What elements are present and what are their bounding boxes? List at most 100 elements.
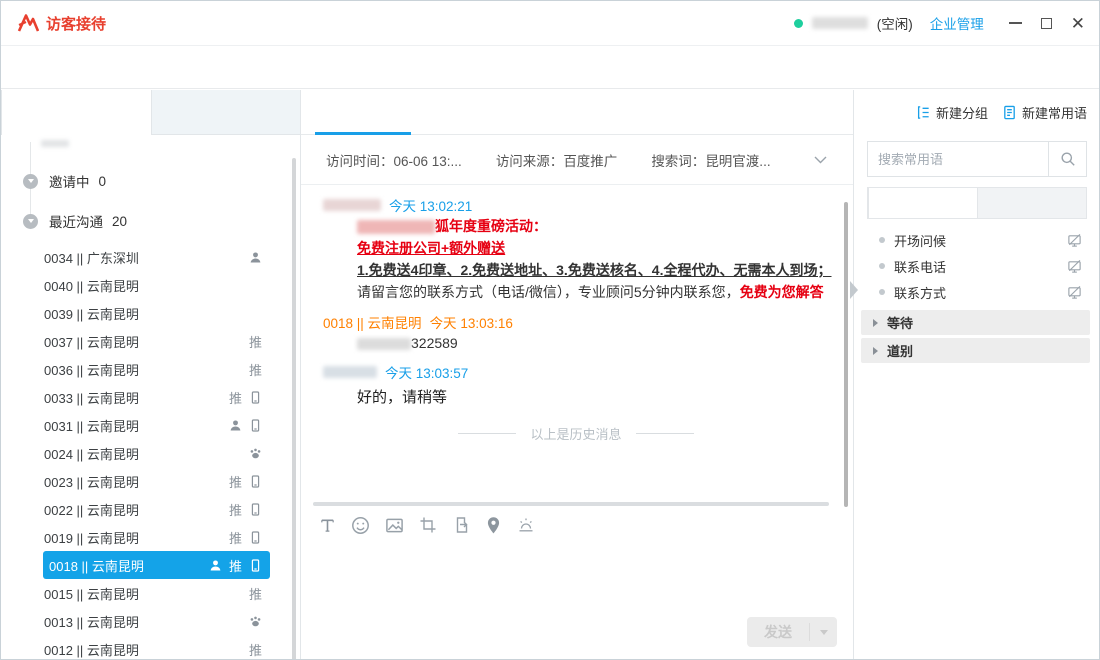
sidebar-tab[interactable] [1,90,151,135]
visit-time: 访问时间：06-06 13:... [326,150,462,170]
push-badge: 推 [229,500,242,519]
visitor-groups: 邀请中 0 最近沟通 20 [1,171,300,231]
quick-reply-items: 开场问候 联系电话 联系方式 [867,227,1087,305]
sidebar-tab[interactable] [151,90,301,135]
expand-caret-icon [873,347,878,355]
chat-scrollbar[interactable] [844,202,848,507]
visitor-row[interactable]: 0040 || 云南昆明 [43,271,270,299]
visitor-label: 0012 || 云南昆明 [44,640,249,659]
promo-line-3: 1.免费送4印章、2.免费送地址、3.免费送核名、4.全程代办、无需本人到场； [357,259,843,281]
quick-reply-item[interactable]: 开场问候 [867,227,1087,253]
visitor-icons: 推 [249,332,262,351]
visitor-message: 0018 || 云南昆明 今天 13:03:16 322589 [323,312,829,351]
visitor-label: 0034 || 广东深圳 [44,248,249,267]
visitor-row[interactable]: 0034 || 广东深圳 [43,243,270,271]
visitor-row[interactable]: 0019 || 云南昆明 推 [43,523,270,551]
search-button[interactable] [1048,142,1086,176]
push-to-visitor-icon[interactable] [1067,285,1082,300]
push-badge: 推 [229,472,242,491]
emoji-icon[interactable] [351,516,370,535]
push-to-visitor-icon[interactable] [1067,233,1082,248]
mobile-phone-icon [249,419,262,432]
message-history: 今天 13:02:21 狐年度重磅活动： 免费注册公司+额外赠送 1.免费送4印… [301,186,843,502]
visitor-row[interactable]: 0039 || 云南昆明 [43,299,270,327]
new-group-button[interactable]: 新建分组 [916,103,988,122]
send-file-icon[interactable] [452,516,470,534]
visitor-row[interactable]: 0033 || 云南昆明 推 [43,383,270,411]
visitor-row[interactable]: 0012 || 云南昆明 推 [43,635,270,660]
panel-collapse-handle[interactable] [850,281,858,299]
visitor-row[interactable]: 0018 || 云南昆明 推 [43,551,270,579]
group-label: 道别 [887,341,913,360]
visitor-group-header[interactable]: 邀请中 0 [23,171,300,191]
visitor-action-bar [1,46,1099,89]
visitor-row[interactable]: 0024 || 云南昆明 [43,439,270,467]
push-badge: 推 [229,528,242,547]
app-window: 访客接待 (空闲) 企业管理 ✕ [0,0,1100,660]
text-format-icon[interactable] [319,517,336,534]
send-options-caret-icon[interactable] [810,630,837,635]
clipped-list-item [41,140,69,147]
phone-redacted [357,338,411,350]
quick-reply-item[interactable]: 联系方式 [867,279,1087,305]
expand-info-chevron-icon[interactable] [814,156,827,164]
location-icon[interactable] [485,516,502,535]
push-to-visitor-icon[interactable] [1067,259,1082,274]
visitor-row[interactable]: 0022 || 云南昆明 推 [43,495,270,523]
search-keyword: 搜索词：昆明官渡... [651,150,770,170]
push-badge: 推 [249,360,262,379]
maximize-button[interactable] [1041,18,1052,29]
screenshot-icon[interactable] [419,516,437,534]
mobile-phone-icon [249,503,262,516]
horizontal-scrollbar[interactable] [313,502,829,506]
chat-tab[interactable] [613,90,713,134]
visitor-label: 0037 || 云南昆明 [44,332,249,351]
person-icon [209,559,222,572]
promo-line-2: 免费注册公司+额外赠送 [357,237,843,259]
spider-paw-icon [249,447,262,460]
chat-tab[interactable] [513,90,613,134]
visitor-icons: 推 [249,360,262,379]
agent-name-redacted [323,199,381,211]
group-label: 邀请中 [49,171,90,191]
alarm-icon[interactable] [517,516,535,534]
chat-tab[interactable] [713,90,813,134]
visitor-group-header[interactable]: 最近沟通 20 [23,211,300,231]
chat-tab[interactable] [313,90,413,134]
visitor-message-text: 322589 [357,335,829,351]
minimize-button[interactable] [1009,22,1022,24]
visitor-row[interactable]: 0031 || 云南昆明 [43,411,270,439]
device-tab[interactable] [868,188,977,218]
visitor-row[interactable]: 0037 || 云南昆明 推 [43,327,270,355]
visitor-row[interactable]: 0015 || 云南昆明 推 [43,579,270,607]
visitor-icons: 推 [249,640,262,659]
sidebar-scrollbar[interactable] [292,158,296,660]
agent-name-redacted [812,17,868,29]
image-icon[interactable] [385,516,404,535]
input-toolbar [301,509,853,541]
new-phrase-button[interactable]: 新建常用语 [1002,103,1087,122]
visitor-label: 0024 || 云南昆明 [44,444,249,463]
quick-reply-search [867,141,1087,177]
chat-tab[interactable] [413,90,513,134]
main-area: 邀请中 0 最近沟通 20 0034 || 广东深圳 [1,90,1099,659]
quick-reply-item[interactable]: 联系电话 [867,253,1087,279]
visitor-row[interactable]: 0013 || 云南昆明 [43,607,270,635]
quick-reply-group[interactable]: 等待 [861,310,1090,335]
push-badge: 推 [249,640,262,659]
enterprise-manage-link[interactable]: 企业管理 [930,13,984,33]
brand[interactable]: 访客接待 [17,12,106,34]
visitor-sender: 0018 || 云南昆明 [323,312,422,332]
device-tab[interactable] [977,188,1086,218]
device-tabs [867,187,1087,219]
promo-line-1: 狐年度重磅活动： [357,215,843,237]
visitor-row[interactable]: 0036 || 云南昆明 推 [43,355,270,383]
quick-reply-group[interactable]: 道别 [861,338,1090,363]
agent-message: 今天 13:03:57 好的，请稍等 [323,362,829,407]
push-badge: 推 [229,388,242,407]
search-input[interactable] [868,142,1048,176]
close-button[interactable]: ✕ [1071,15,1085,32]
visitor-row[interactable]: 0023 || 云南昆明 推 [43,467,270,495]
send-button[interactable]: 发送 [747,617,837,647]
mobile-phone-icon [249,475,262,488]
